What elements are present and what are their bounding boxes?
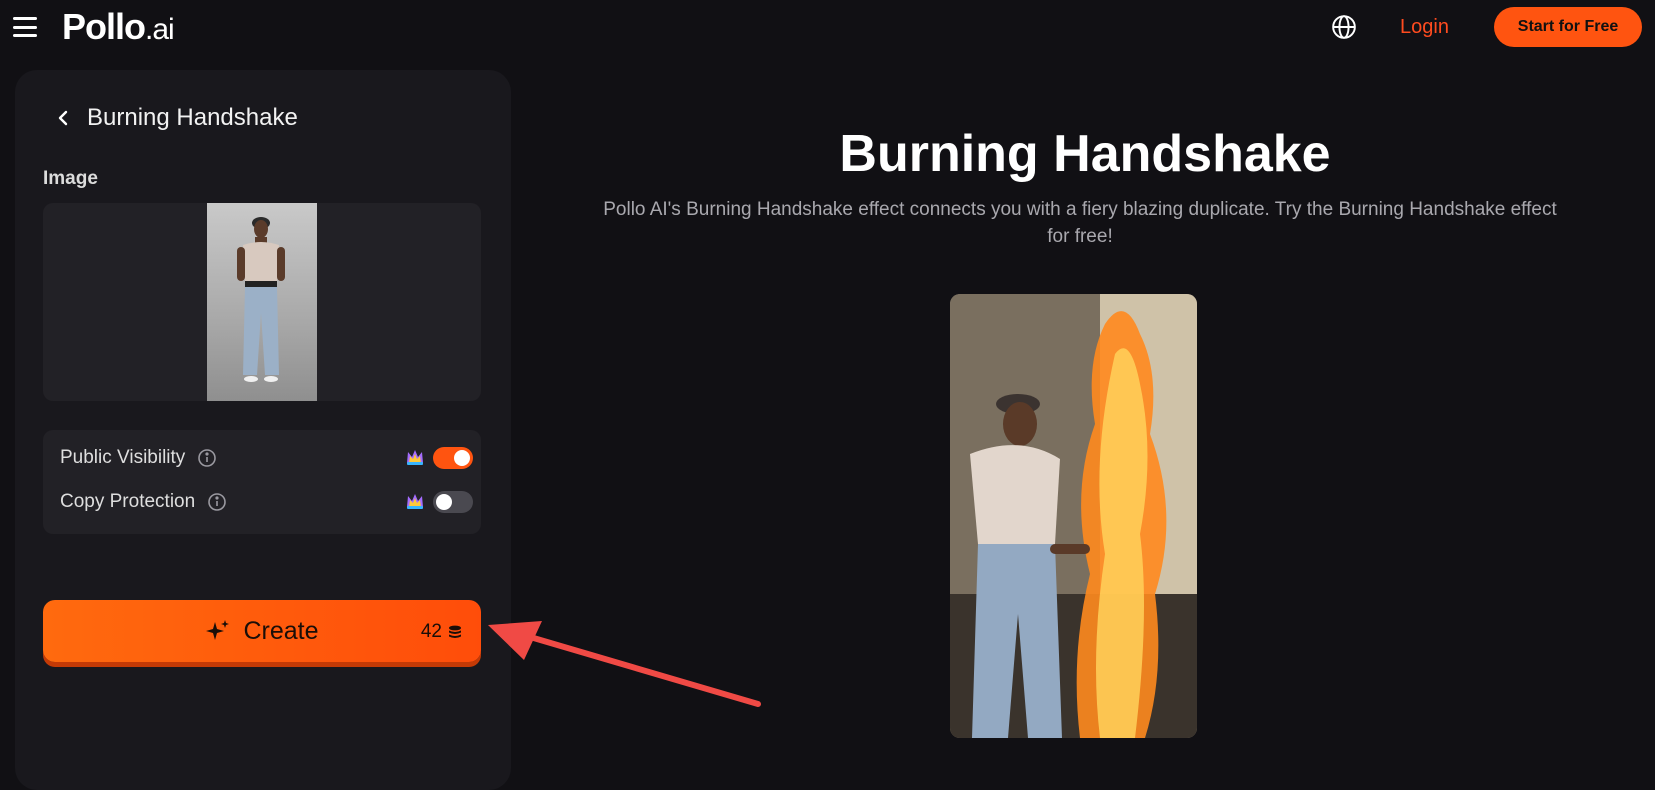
coins-icon xyxy=(449,625,461,638)
option-copy-protection: Copy Protection xyxy=(60,487,473,517)
back-row: Burning Handshake xyxy=(53,104,298,132)
credit-cost: 42 xyxy=(421,621,463,643)
info-icon[interactable] xyxy=(207,492,227,512)
sparkle-icon xyxy=(206,620,230,640)
login-link[interactable]: Login xyxy=(1400,16,1449,39)
info-icon[interactable] xyxy=(197,448,217,468)
image-upload-area[interactable] xyxy=(43,203,481,401)
uploaded-image-thumbnail xyxy=(207,203,317,401)
menu-icon[interactable] xyxy=(13,17,37,37)
top-bar: Pollo.ai Login Start for Free xyxy=(0,0,1655,56)
credit-count: 42 xyxy=(420,621,442,642)
page-title: Burning Handshake xyxy=(839,125,1331,183)
annotation-arrow xyxy=(488,621,761,707)
logo[interactable]: Pollo.ai xyxy=(62,6,175,48)
option-label: Copy Protection xyxy=(60,491,196,512)
options-panel: Public Visibility Copy Protection xyxy=(43,430,481,534)
panel-title: Burning Handshake xyxy=(87,104,298,131)
option-label: Public Visibility xyxy=(60,447,186,468)
copy-protection-toggle[interactable] xyxy=(433,491,473,513)
option-public-visibility: Public Visibility xyxy=(60,443,473,473)
premium-crown-icon xyxy=(407,450,423,465)
chevron-left-icon[interactable] xyxy=(53,108,73,128)
globe-icon[interactable] xyxy=(1331,14,1357,40)
effect-preview-image[interactable] xyxy=(950,294,1197,738)
create-button[interactable]: Create 42 xyxy=(43,600,481,662)
logo-suffix: .ai xyxy=(145,13,175,46)
create-label: Create xyxy=(243,616,319,645)
start-for-free-button[interactable]: Start for Free xyxy=(1494,7,1642,47)
public-visibility-toggle[interactable] xyxy=(433,447,473,469)
premium-crown-icon xyxy=(407,494,423,509)
logo-main: Pollo xyxy=(62,6,146,47)
effect-panel: Burning Handshake Image Public Visibilit… xyxy=(15,70,511,790)
image-label: Image xyxy=(43,168,98,189)
page-description: Pollo AI's Burning Handshake effect conn… xyxy=(603,199,1557,247)
